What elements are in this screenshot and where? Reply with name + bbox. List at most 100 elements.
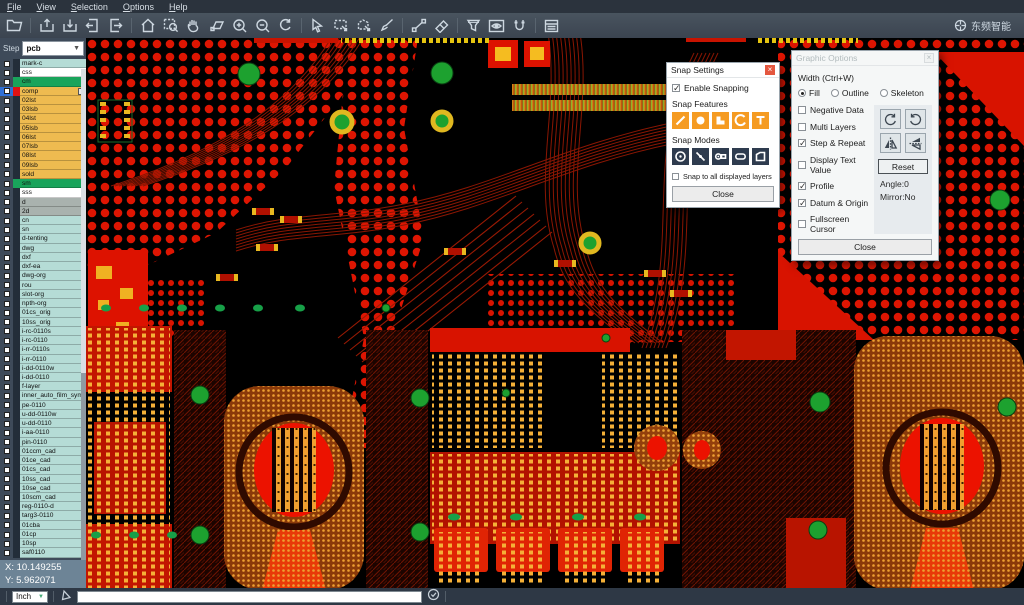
layer-visibility-checkbox[interactable]	[0, 539, 13, 548]
layer-name[interactable]: 01cp	[20, 530, 86, 539]
layer-name[interactable]: npth-org	[20, 299, 86, 308]
layer-row[interactable]: 09lsb	[0, 161, 86, 170]
graphic-option-checkbox[interactable]: Display Text Value	[798, 155, 870, 175]
layer-row[interactable]: reg-0110-d	[0, 502, 86, 511]
unit-select[interactable]: Inch▼	[12, 591, 48, 603]
layer-visibility-checkbox[interactable]	[0, 336, 13, 345]
layer-visibility-checkbox[interactable]	[0, 373, 13, 382]
layer-row[interactable]: u-dd-0110w	[0, 410, 86, 419]
measure-distance-icon[interactable]	[407, 15, 430, 37]
layer-name[interactable]: 10scm_cad	[20, 493, 86, 502]
layer-name[interactable]: i-dd-0110w	[20, 364, 86, 373]
snap-feature-arc-button[interactable]	[732, 112, 749, 129]
layer-visibility-checkbox[interactable]	[0, 355, 13, 364]
layer-row[interactable]: 01ccm_cad	[0, 447, 86, 456]
graphic-option-checkbox[interactable]: Profile	[798, 181, 870, 191]
layer-visibility-checkbox[interactable]	[0, 271, 13, 280]
layer-visibility-checkbox[interactable]	[0, 428, 13, 437]
layer-visibility-checkbox[interactable]	[0, 318, 13, 327]
layer-row[interactable]: 01cp	[0, 530, 86, 539]
layer-name[interactable]: mark-c	[20, 59, 86, 68]
width-mode-radio[interactable]: Fill	[798, 88, 820, 98]
layer-name[interactable]: i-rc-0110	[20, 336, 86, 345]
page-icon[interactable]	[59, 588, 72, 605]
layer-visibility-checkbox[interactable]	[0, 281, 13, 290]
layer-name[interactable]: 01cs_cad	[20, 465, 86, 474]
layer-name[interactable]: 02lst	[20, 96, 86, 105]
layer-name[interactable]: i-aa-0110	[20, 428, 86, 437]
layer-visibility-checkbox[interactable]	[0, 96, 13, 105]
layer-visibility-checkbox[interactable]	[0, 179, 13, 188]
layer-name[interactable]: targ3-0110	[20, 511, 86, 520]
layer-row[interactable]: i-dd-0110w	[0, 364, 86, 373]
layer-visibility-checkbox[interactable]	[0, 216, 13, 225]
layer-name[interactable]: 07lsb	[20, 142, 86, 151]
layer-row[interactable]: npth-org	[0, 299, 86, 308]
layer-visibility-checkbox[interactable]	[0, 465, 13, 474]
layer-row[interactable]: f-layer	[0, 382, 86, 391]
layer-row[interactable]: 2d	[0, 207, 86, 216]
prev-step-icon[interactable]	[81, 15, 104, 37]
layer-visibility-checkbox[interactable]	[0, 419, 13, 428]
layer-row[interactable]: cm	[0, 77, 86, 86]
layer-row[interactable]: dxf-ea	[0, 262, 86, 271]
layer-visibility-checkbox[interactable]	[0, 521, 13, 530]
layer-row[interactable]: d	[0, 198, 86, 207]
layer-name[interactable]: sold	[20, 170, 86, 179]
layer-visibility-checkbox[interactable]	[0, 475, 13, 484]
layer-name[interactable]: slot-org	[20, 290, 86, 299]
layer-name[interactable]: cn	[20, 216, 86, 225]
layer-name[interactable]: comp	[20, 87, 86, 96]
layer-row[interactable]: u-dd-0110	[0, 419, 86, 428]
width-mode-radio[interactable]: Skeleton	[880, 88, 924, 98]
layer-row[interactable]: dwg	[0, 244, 86, 253]
layer-visibility-checkbox[interactable]	[0, 382, 13, 391]
layer-row[interactable]: 08lst	[0, 151, 86, 160]
layer-row[interactable]: sm	[0, 179, 86, 188]
layer-name[interactable]: 01ce_cad	[20, 456, 86, 465]
view-eye-icon[interactable]	[485, 15, 508, 37]
layer-name[interactable]: i-rc-0110s	[20, 327, 86, 336]
layer-row[interactable]: i-dd-0110	[0, 373, 86, 382]
layer-visibility-checkbox[interactable]	[0, 299, 13, 308]
graphic-close-button[interactable]: Close	[798, 239, 932, 255]
zoom-out-icon[interactable]	[251, 15, 274, 37]
layer-visibility-checkbox[interactable]	[0, 87, 13, 96]
home-view-icon[interactable]	[136, 15, 159, 37]
layer-row[interactable]: sn	[0, 225, 86, 234]
zoom-window-icon[interactable]	[159, 15, 182, 37]
layer-row[interactable]: 10ss_cad	[0, 475, 86, 484]
layer-visibility-checkbox[interactable]	[0, 142, 13, 151]
layer-visibility-checkbox[interactable]	[0, 207, 13, 216]
pan-hand-icon[interactable]	[182, 15, 205, 37]
layer-visibility-checkbox[interactable]	[0, 198, 13, 207]
layer-visibility-checkbox[interactable]	[0, 308, 13, 317]
layer-visibility-checkbox[interactable]	[0, 456, 13, 465]
layer-row[interactable]: i-rc-0110s	[0, 327, 86, 336]
layer-name[interactable]: 03lsb	[20, 105, 86, 114]
layer-name[interactable]: pin-0110	[20, 438, 86, 447]
layer-row[interactable]: mark-c	[0, 59, 86, 68]
layer-row[interactable]: 05lsb	[0, 124, 86, 133]
layer-name[interactable]: reg-0110-d	[20, 502, 86, 511]
layer-visibility-checkbox[interactable]	[0, 68, 13, 77]
layer-visibility-checkbox[interactable]	[0, 364, 13, 373]
layer-visibility-checkbox[interactable]	[0, 447, 13, 456]
menu-item[interactable]: Options	[123, 2, 154, 12]
layer-row[interactable]: sss	[0, 188, 86, 197]
layer-name[interactable]: css	[20, 68, 86, 77]
paint-brush-icon[interactable]	[375, 15, 398, 37]
layer-visibility-checkbox[interactable]	[0, 391, 13, 400]
layer-row[interactable]: 10sp	[0, 539, 86, 548]
layer-visibility-checkbox[interactable]	[0, 502, 13, 511]
layer-row[interactable]: 01cs_cad	[0, 465, 86, 474]
layer-name[interactable]: sss	[20, 188, 86, 197]
layer-visibility-checkbox[interactable]	[0, 438, 13, 447]
layer-visibility-checkbox[interactable]	[0, 59, 13, 68]
layer-name[interactable]: i-rr-0110s	[20, 345, 86, 354]
layer-visibility-checkbox[interactable]	[0, 124, 13, 133]
layer-row[interactable]: d-tenting	[0, 234, 86, 243]
select-polygon-icon[interactable]	[352, 15, 375, 37]
snap-mode-center-button[interactable]	[672, 148, 689, 165]
layer-name[interactable]: dxf-ea	[20, 262, 86, 271]
